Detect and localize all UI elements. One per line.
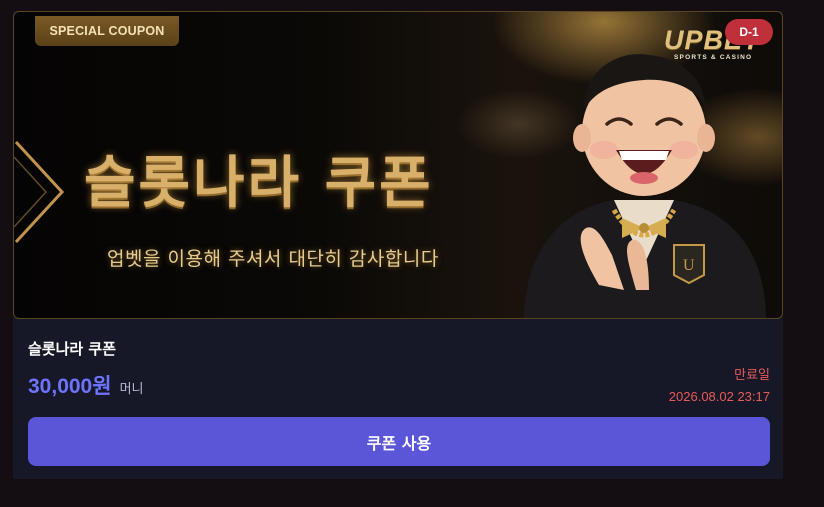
coupon-name: 슬롯나라 쿠폰 xyxy=(28,340,117,358)
mascot-illustration: U xyxy=(524,54,766,318)
banner-subtitle: 업벳을 이용해 주셔서 대단히 감사합니다 xyxy=(107,248,439,270)
coupon-card: SPECIAL COUPON 슬롯나라 쿠폰 업벳을 이용해 주셔서 대단히 감… xyxy=(13,11,783,479)
expire-date: 2026.08.02 23:17 xyxy=(668,389,770,404)
coupon-amount: 30,000 xyxy=(28,375,93,398)
money-label: 머니 xyxy=(119,382,144,397)
special-coupon-tag: SPECIAL COUPON xyxy=(35,16,179,46)
dday-badge: D-1 xyxy=(725,19,773,45)
coupon-banner: SPECIAL COUPON 슬롯나라 쿠폰 업벳을 이용해 주셔서 대단히 감… xyxy=(13,11,783,319)
coupon-amount-unit: 원 xyxy=(92,374,112,398)
expire-label: 만료일 xyxy=(734,368,770,383)
coupon-amount-row: 30,000 원 머니 xyxy=(28,370,143,400)
use-coupon-button[interactable]: 쿠폰 사용 xyxy=(28,417,770,466)
banner-title: 슬롯나라 쿠폰 xyxy=(84,151,434,216)
coupon-info: 슬롯나라 쿠폰 30,000 원 머니 만료일 2026.08.02 23:17… xyxy=(13,319,783,479)
svg-text:U: U xyxy=(683,257,695,274)
gold-arrow-decoration xyxy=(14,140,65,244)
